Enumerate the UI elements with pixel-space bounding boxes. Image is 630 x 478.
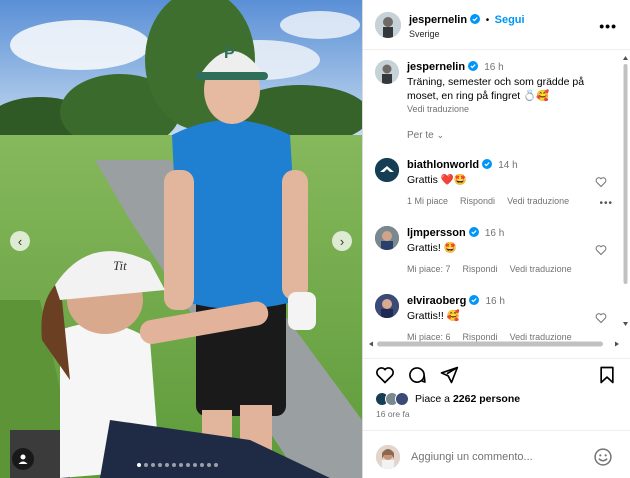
comment-time[interactable]: 16 h — [485, 228, 504, 239]
carousel-dot — [165, 463, 169, 467]
share-icon[interactable] — [439, 365, 459, 385]
comment-time[interactable]: 14 h — [498, 160, 517, 171]
carousel-dot — [200, 463, 204, 467]
verified-icon — [470, 14, 481, 24]
carousel-dot — [193, 463, 197, 467]
comment-input[interactable] — [411, 448, 591, 466]
carousel-dot — [179, 463, 183, 467]
post-header: jespernelin • Segui Sverige ••• — [363, 0, 630, 50]
comment-username[interactable]: biathlonworld — [407, 159, 479, 171]
avatar — [395, 392, 409, 406]
verified-icon — [469, 295, 480, 305]
heart-icon[interactable] — [375, 365, 395, 385]
photo-illustration: P Tit — [0, 0, 362, 478]
avatar — [376, 445, 400, 469]
reply-button[interactable]: Rispondi — [460, 196, 495, 206]
verified-icon — [468, 61, 479, 71]
user-tag-icon[interactable] — [12, 448, 34, 470]
heart-icon[interactable] — [595, 244, 607, 256]
carousel-dot — [186, 463, 190, 467]
translate-link[interactable]: Vedi traduzione — [507, 196, 569, 206]
likes-count[interactable]: 2262 persone — [453, 393, 520, 405]
chevron-down-icon: ⌄ — [436, 130, 445, 140]
avatar[interactable] — [375, 60, 399, 84]
verified-icon — [468, 227, 479, 237]
comment-icon[interactable] — [407, 365, 427, 385]
avatar[interactable] — [375, 226, 399, 250]
carousel-dot — [172, 463, 176, 467]
carousel-dot — [214, 463, 218, 467]
vertical-scrollbar[interactable] — [623, 56, 628, 326]
comment-text: Grattis! 🤩 — [407, 242, 457, 254]
chevron-right-icon[interactable]: › — [332, 231, 352, 251]
comment-time[interactable]: 16 h — [485, 296, 504, 307]
for-you-label: Per te — [407, 130, 434, 141]
carousel-dots — [137, 463, 218, 467]
post-photo[interactable]: P Tit ‹ › — [0, 0, 362, 478]
carousel-dot — [158, 463, 162, 467]
comment-text: Grattis!! 🥰 — [407, 310, 460, 322]
for-you-toggle[interactable]: Per te ⌄ — [407, 130, 444, 141]
svg-text:Tit: Tit — [113, 258, 127, 273]
more-options-icon[interactable]: ••• — [599, 198, 613, 209]
horizontal-scrollbar[interactable] — [369, 339, 619, 349]
location-link[interactable]: Sverige — [409, 29, 440, 39]
comment-username[interactable]: elviraoberg — [407, 295, 466, 307]
heart-icon[interactable] — [595, 312, 607, 324]
likes-summary[interactable]: Piace a 2262 persone — [375, 390, 520, 408]
verified-icon — [482, 159, 493, 169]
svg-text:P: P — [224, 45, 235, 62]
follow-button[interactable]: Segui — [495, 14, 525, 26]
carousel-dot — [137, 463, 141, 467]
avatar[interactable] — [375, 158, 399, 182]
caption-text: Träning, semester och som grädde på mose… — [407, 76, 585, 102]
caption-translate[interactable]: Vedi traduzione — [407, 104, 597, 114]
avatar[interactable] — [375, 12, 401, 38]
comment-username[interactable]: ljmpersson — [407, 227, 466, 239]
post-actions — [363, 358, 630, 390]
comment-likes[interactable]: 1 Mi piace — [407, 196, 448, 206]
comment-likes[interactable]: Mi piace: 7 — [407, 264, 451, 274]
translate-link[interactable]: Vedi traduzione — [510, 264, 572, 274]
caption-username[interactable]: jespernelin — [407, 61, 465, 73]
comments-area: jespernelin 16 h Träning, semester och s… — [363, 52, 630, 348]
avatar[interactable] — [375, 294, 399, 318]
comment-text: Grattis ❤️🤩 — [407, 174, 467, 186]
emoji-icon[interactable] — [593, 447, 613, 467]
bookmark-icon[interactable] — [597, 365, 617, 385]
carousel-dot — [144, 463, 148, 467]
header-username[interactable]: jespernelin — [409, 14, 467, 26]
add-comment-bar — [363, 430, 630, 478]
chevron-left-icon[interactable]: ‹ — [10, 231, 30, 251]
separator: • — [485, 15, 490, 26]
carousel-dot — [151, 463, 155, 467]
post-timestamp[interactable]: 16 ore fa — [376, 409, 410, 419]
caption-time[interactable]: 16 h — [484, 62, 503, 73]
post-side-panel: jespernelin • Segui Sverige ••• jesperne… — [362, 0, 630, 478]
carousel-dot — [207, 463, 211, 467]
likes-prefix: Piace a — [415, 393, 451, 405]
heart-icon[interactable] — [595, 176, 607, 188]
more-options-icon[interactable]: ••• — [599, 18, 617, 34]
reply-button[interactable]: Rispondi — [463, 264, 498, 274]
